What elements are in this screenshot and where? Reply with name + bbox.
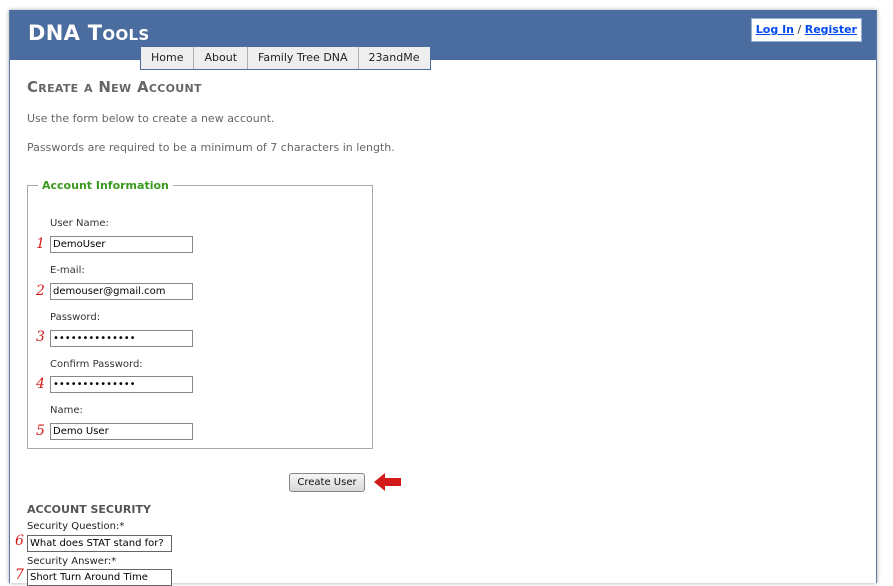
name-field[interactable]	[50, 423, 193, 440]
menu-item-home[interactable]: Home	[141, 47, 195, 69]
account-information-fieldset: Account Information User Name: 1 E-mail:…	[27, 179, 373, 449]
account-information-legend: Account Information	[42, 179, 169, 192]
annotation-marker-7: 7	[15, 567, 24, 583]
register-link[interactable]: Register	[805, 23, 857, 36]
login-link[interactable]: Log In	[756, 23, 794, 36]
annotation-marker-1: 1	[36, 236, 45, 252]
annotation-marker-3: 3	[36, 329, 45, 345]
page-title: Create a New Account	[27, 78, 202, 96]
create-user-button[interactable]: Create User	[289, 473, 365, 492]
security-question-field[interactable]	[27, 535, 172, 552]
confirm-password-field[interactable]	[50, 376, 193, 393]
username-field[interactable]	[50, 236, 193, 253]
email-field[interactable]	[50, 283, 193, 300]
security-answer-field[interactable]	[27, 569, 172, 586]
confirm-password-label: Confirm Password:	[50, 359, 143, 370]
annotation-marker-2: 2	[36, 283, 45, 299]
annotation-marker-5: 5	[36, 423, 45, 439]
main-menu: Home About Family Tree DNA 23andMe	[140, 46, 431, 70]
menu-item-family-tree-dna[interactable]: Family Tree DNA	[248, 47, 359, 69]
name-label: Name:	[50, 405, 83, 416]
password-label: Password:	[50, 312, 101, 323]
security-answer-label: Security Answer:*	[27, 556, 117, 567]
security-question-label: Security Question:*	[27, 521, 125, 532]
password-field[interactable]	[50, 330, 193, 347]
username-label: User Name:	[50, 218, 109, 229]
page-shell: DNA Tools Log In / Register Home About F…	[9, 10, 877, 586]
header: DNA Tools Log In / Register Home About F…	[10, 10, 876, 70]
email-label: E-mail:	[50, 265, 85, 276]
menu-item-about[interactable]: About	[194, 47, 249, 69]
annotation-marker-6: 6	[15, 533, 24, 549]
arrow-left-icon	[374, 473, 401, 491]
annotation-marker-4: 4	[36, 376, 45, 392]
login-separator: /	[797, 23, 802, 36]
site-title: DNA Tools	[28, 21, 150, 45]
password-requirement-text: Passwords are required to be a minimum o…	[27, 141, 395, 154]
menu-item-23andme[interactable]: 23andMe	[358, 47, 430, 69]
login-display: Log In / Register	[750, 18, 862, 42]
account-security-heading: ACCOUNT SECURITY	[27, 503, 151, 516]
intro-text: Use the form below to create a new accou…	[27, 112, 275, 125]
